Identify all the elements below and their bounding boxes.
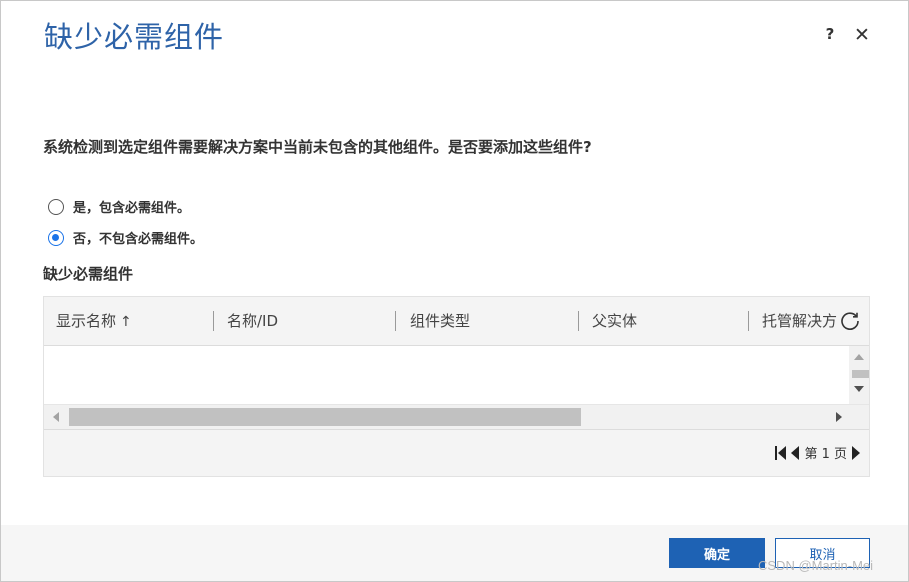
horizontal-scroll-thumb xyxy=(69,408,581,426)
pager: 第 1 页 xyxy=(774,443,861,462)
scroll-left-icon xyxy=(53,412,59,422)
radio-exclude-circle[interactable] xyxy=(48,229,64,246)
column-separator[interactable] xyxy=(578,311,579,331)
column-managed-solution[interactable]: 托管解决方 xyxy=(762,297,837,345)
first-page-icon[interactable] xyxy=(774,445,788,461)
radio-include[interactable]: 是，包含必需组件。 xyxy=(48,197,190,216)
grid-body xyxy=(44,346,849,404)
column-display-name-label: 显示名称 xyxy=(56,312,117,330)
column-display-name[interactable]: 显示名称 ↑ xyxy=(56,297,206,345)
column-separator[interactable] xyxy=(748,311,749,331)
column-separator[interactable] xyxy=(213,311,214,331)
close-button[interactable]: ✕ xyxy=(851,24,873,48)
help-button[interactable]: ? xyxy=(820,25,840,47)
column-component-type[interactable]: 组件类型 xyxy=(410,297,570,345)
next-page-icon[interactable] xyxy=(851,445,861,461)
scroll-up-icon xyxy=(854,354,864,360)
radio-exclude[interactable]: 否，不包含必需组件。 xyxy=(48,228,203,247)
column-name-id[interactable]: 名称/ID xyxy=(227,297,387,345)
page-indicator: 第 1 页 xyxy=(804,447,847,462)
dialog: 缺少必需组件 ? ✕ 系统检测到选定组件需要解决方案中当前未包含的其他组件。是否… xyxy=(0,0,909,582)
question-text: 系统检测到选定组件需要解决方案中当前未包含的其他组件。是否要添加这些组件? xyxy=(43,138,592,156)
previous-page-icon[interactable] xyxy=(790,445,800,461)
radio-include-circle[interactable] xyxy=(48,198,64,215)
dialog-title: 缺少必需组件 xyxy=(44,20,225,54)
column-parent-entity[interactable]: 父实体 xyxy=(592,297,742,345)
radio-include-label[interactable]: 是，包含必需组件。 xyxy=(73,197,190,216)
vertical-scrollbar[interactable] xyxy=(849,346,869,404)
sort-ascending-icon: ↑ xyxy=(120,314,132,330)
grid-header: 显示名称 ↑ 名称/ID 组件类型 父实体 托管解决方 xyxy=(44,297,869,346)
column-separator[interactable] xyxy=(395,311,396,331)
scroll-right-icon xyxy=(836,412,842,422)
watermark: CSDN @Martin-Mei xyxy=(758,558,874,573)
radio-exclude-label[interactable]: 否，不包含必需组件。 xyxy=(73,228,203,247)
components-grid: 显示名称 ↑ 名称/ID 组件类型 父实体 托管解决方 第 1 页 xyxy=(43,296,870,477)
vertical-scroll-thumb xyxy=(852,370,869,378)
grid-footer: 第 1 页 xyxy=(44,430,869,476)
scroll-down-icon xyxy=(854,386,864,392)
section-title: 缺少必需组件 xyxy=(43,265,134,283)
refresh-icon[interactable] xyxy=(837,308,863,334)
dialog-border xyxy=(0,0,909,582)
ok-button[interactable]: 确定 xyxy=(669,538,765,568)
horizontal-scrollbar[interactable] xyxy=(44,404,869,430)
dialog-footer xyxy=(0,525,909,582)
